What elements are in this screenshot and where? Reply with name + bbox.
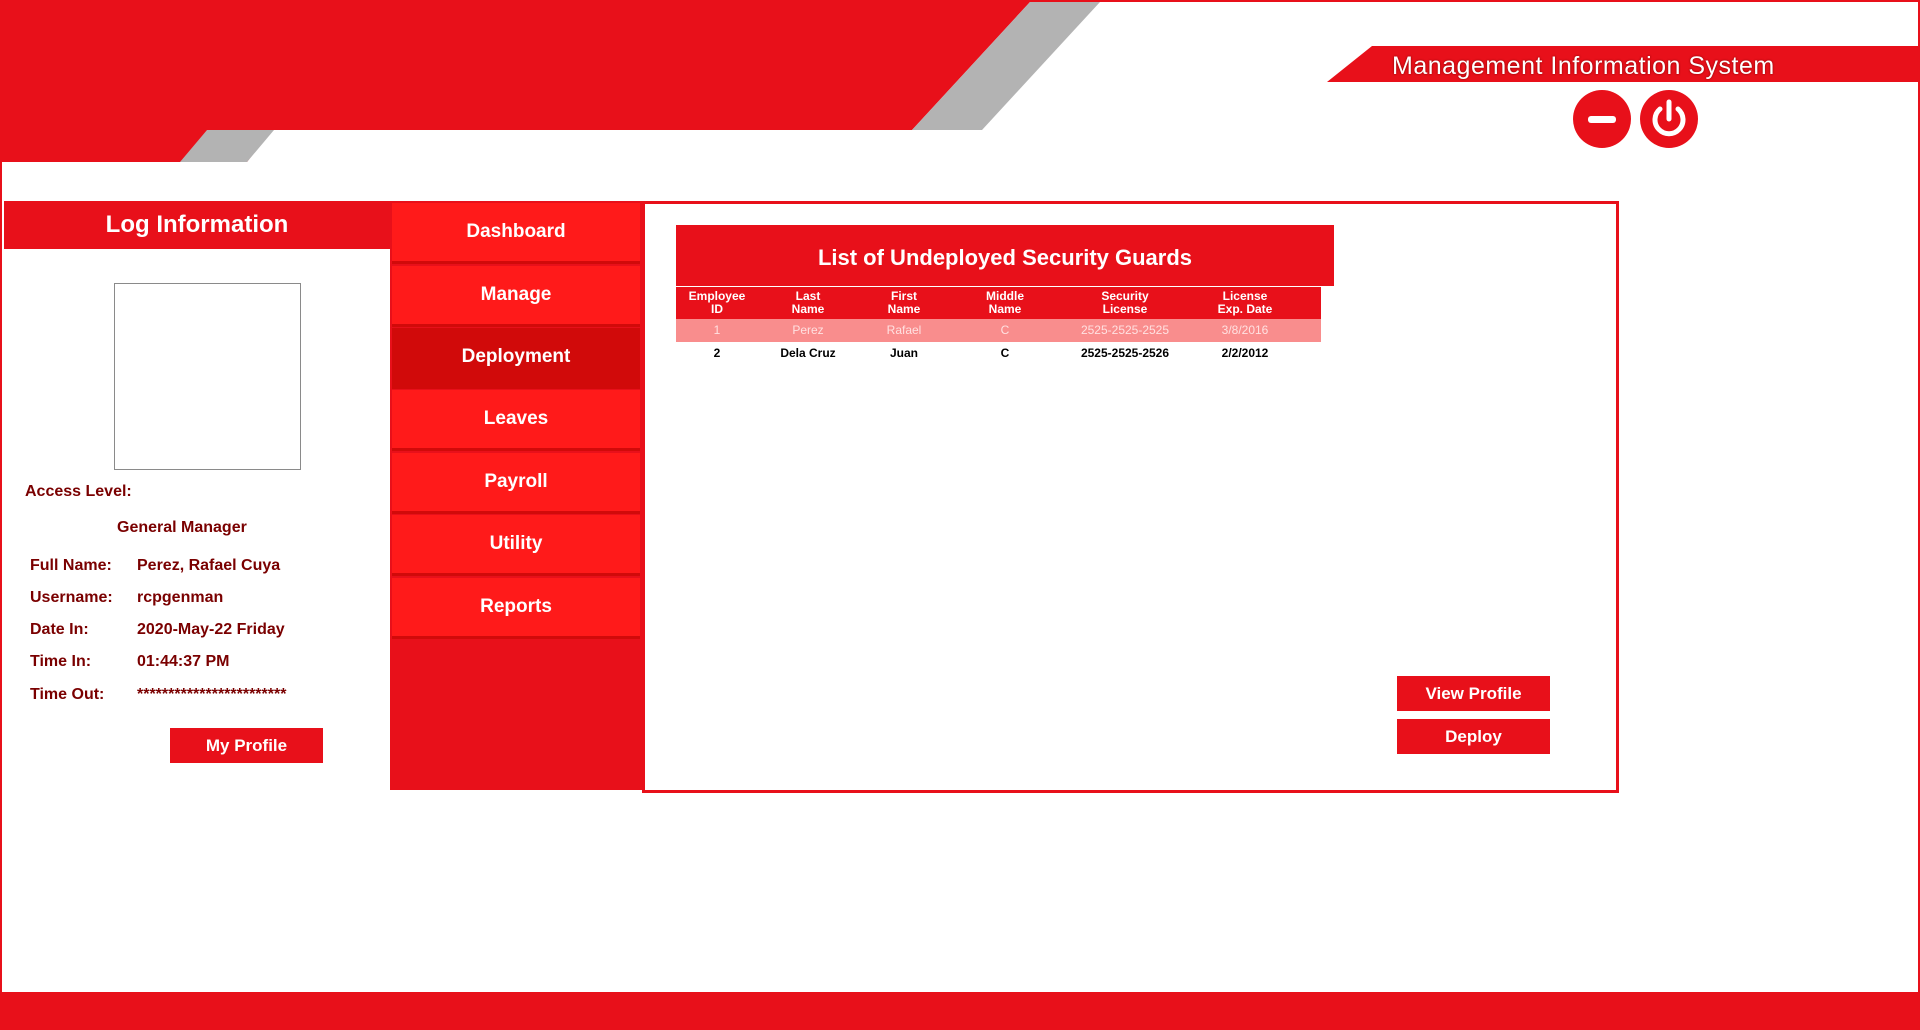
app-title: Management Information System xyxy=(1392,52,1775,80)
full-name-value: Perez, Rafael Cuya xyxy=(137,557,281,574)
my-profile-button[interactable]: My Profile xyxy=(170,728,323,763)
column-header-license-exp-date[interactable]: License Exp. Date xyxy=(1190,290,1300,316)
table-cell: Rafael xyxy=(886,323,922,337)
power-button[interactable] xyxy=(1640,90,1698,148)
table-cell: Juan xyxy=(889,346,918,360)
column-header-middle-name[interactable]: Middle Name xyxy=(950,290,1060,316)
username-value: rcpgenman xyxy=(137,589,224,606)
table-cell: 2525-2525-2526 xyxy=(1080,346,1170,360)
side-navigation: Dashboard Manage Deployment Leaves Payro… xyxy=(390,201,644,790)
date-in-value: 2020-May-22 Friday xyxy=(137,621,285,638)
footer-bar xyxy=(2,992,1918,1028)
access-level-value: General Manager xyxy=(117,519,247,536)
table-cell: 2525-2525-2525 xyxy=(1080,323,1170,337)
view-profile-button[interactable]: View Profile xyxy=(1397,676,1550,711)
table-cell: 1 xyxy=(713,323,721,337)
minimize-icon xyxy=(1588,116,1616,123)
table-cell: 2 xyxy=(713,346,721,360)
time-out-label: Time Out: xyxy=(30,686,105,703)
date-in-label: Date In: xyxy=(30,621,89,638)
username-label: Username: xyxy=(30,589,113,606)
time-in-value: 01:44:37 PM xyxy=(137,653,230,670)
deploy-button[interactable]: Deploy xyxy=(1397,719,1550,754)
list-title: List of Undeployed Security Guards xyxy=(676,225,1334,286)
column-header-security-license[interactable]: Security License xyxy=(1060,290,1190,316)
time-out-value: ************************ xyxy=(137,686,287,703)
nav-leaves[interactable]: Leaves xyxy=(392,390,640,451)
nav-payroll[interactable]: Payroll xyxy=(392,453,640,514)
table-cell: Dela Cruz xyxy=(780,346,836,360)
table-cell: C xyxy=(1000,346,1010,360)
table-row[interactable]: 1 Perez Rafael C 2525-2525-2525 3/8/2016 xyxy=(676,319,1321,342)
full-name-label: Full Name: xyxy=(30,557,112,574)
app-window: Management Information System Log Inform… xyxy=(0,0,1920,1030)
log-information-header: Log Information xyxy=(4,201,390,249)
table-row[interactable]: 2 Dela Cruz Juan C 2525-2525-2526 2/2/20… xyxy=(676,342,1321,365)
table-cell: Perez xyxy=(792,323,824,337)
column-header-last-name[interactable]: Last Name xyxy=(758,290,858,316)
power-icon xyxy=(1652,99,1686,137)
nav-manage[interactable]: Manage xyxy=(392,266,640,327)
table-cell: C xyxy=(1000,323,1010,337)
nav-utility[interactable]: Utility xyxy=(392,515,640,576)
undeployed-guards-table[interactable]: Employee ID Last Name First Name Middle Name… xyxy=(676,287,1321,365)
table-cell: 3/8/2016 xyxy=(1221,323,1269,337)
profile-photo xyxy=(114,283,301,470)
access-level-label: Access Level: xyxy=(25,483,132,500)
nav-reports[interactable]: Reports xyxy=(392,578,640,639)
minimize-button[interactable] xyxy=(1573,90,1631,148)
table-header: Employee ID Last Name First Name Middle Name… xyxy=(676,287,1321,319)
nav-dashboard[interactable]: Dashboard xyxy=(392,203,640,264)
table-cell: 2/2/2012 xyxy=(1221,346,1269,360)
column-header-first-name[interactable]: First Name xyxy=(858,290,950,316)
time-in-label: Time In: xyxy=(30,653,92,670)
column-header-employee-id[interactable]: Employee ID xyxy=(676,290,758,316)
nav-deployment[interactable]: Deployment xyxy=(392,328,640,389)
